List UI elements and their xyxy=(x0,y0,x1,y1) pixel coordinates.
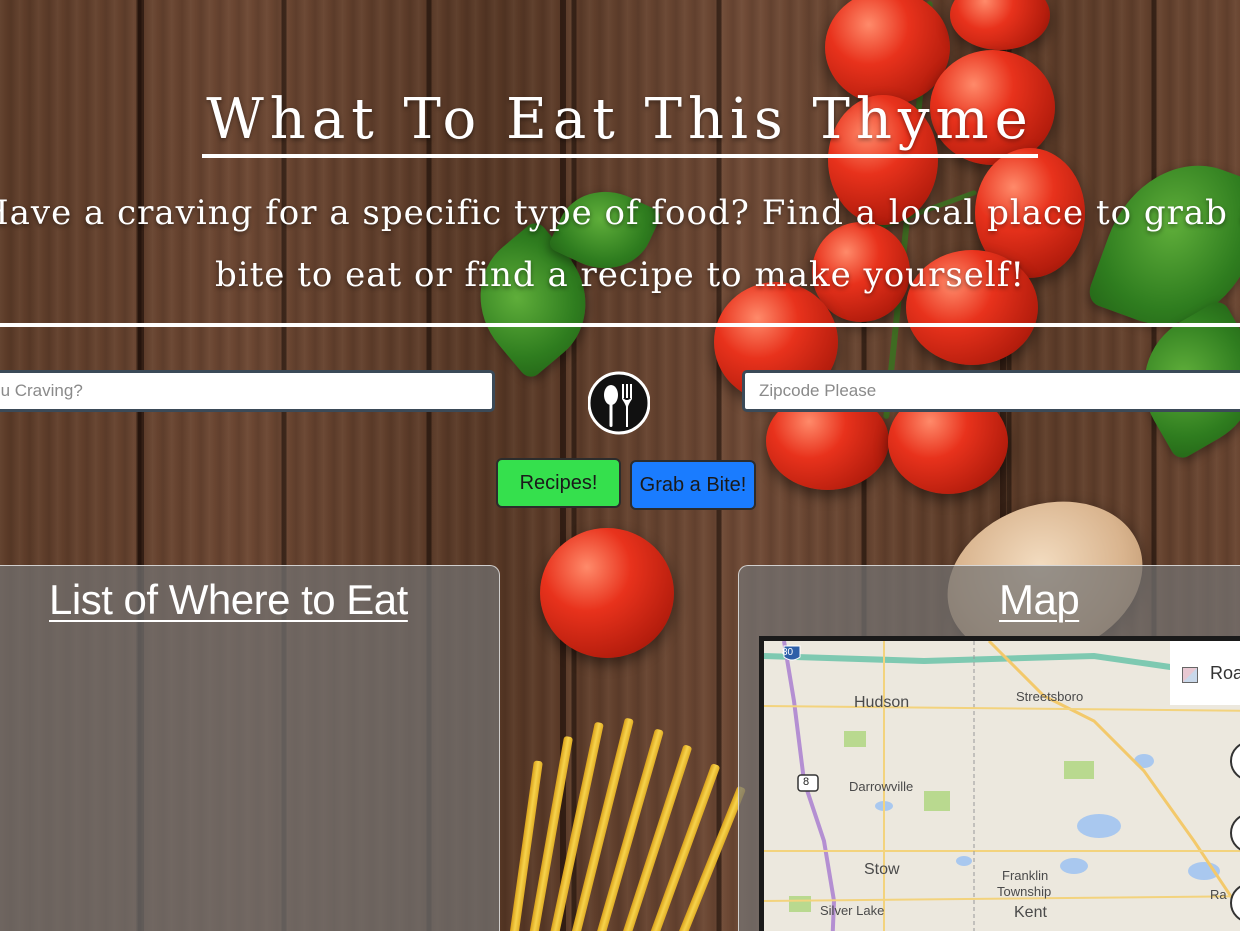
page-background: What To Eat This Thyme Have a craving fo… xyxy=(0,0,1240,931)
road-layer-label: Road xyxy=(1210,663,1240,683)
road-layer-checkbox[interactable] xyxy=(1182,667,1198,683)
divider xyxy=(0,323,1240,327)
map-place-label: Streetsboro xyxy=(1016,689,1084,704)
page-title: What To Eat This Thyme xyxy=(202,86,1038,158)
map-place-label: Darrowville xyxy=(849,779,914,794)
zipcode-input[interactable] xyxy=(742,370,1240,412)
recipes-button-label: Recipes! xyxy=(519,471,598,494)
grab-a-bite-button[interactable]: Grab a Bite! xyxy=(630,460,756,510)
grab-a-bite-button-label: Grab a Bite! xyxy=(639,473,747,496)
map-place-label: Kent xyxy=(1014,904,1047,921)
map-panel-title: Map xyxy=(999,576,1080,623)
highway-shield-8: 8 xyxy=(803,776,810,788)
restaurant-list-panel: List of Where to Eat xyxy=(0,565,500,931)
list-panel-title: List of Where to Eat xyxy=(49,576,408,623)
page-subtitle: Have a craving for a specific type of fo… xyxy=(0,193,1240,295)
recipes-button[interactable]: Recipes! xyxy=(496,458,621,508)
map-place-label: Township xyxy=(997,884,1052,899)
map-place-label: Silver Lake xyxy=(820,903,885,918)
map-view[interactable]: 80 8 Hudson Streetsboro Darrowville Stow… xyxy=(759,636,1240,931)
spoon-fork-icon xyxy=(588,371,650,435)
map-place-label: Stow xyxy=(864,861,900,878)
craving-search-input[interactable] xyxy=(0,370,495,412)
page-title-wrapper: What To Eat This Thyme xyxy=(0,86,1240,158)
highway-shield-80: 80 xyxy=(782,647,794,658)
map-place-label: Franklin xyxy=(1002,868,1049,883)
map-place-label: Hudson xyxy=(854,694,910,711)
map-place-label: Ra xyxy=(1210,887,1227,902)
map-type-toggle[interactable]: Road xyxy=(1170,641,1240,705)
